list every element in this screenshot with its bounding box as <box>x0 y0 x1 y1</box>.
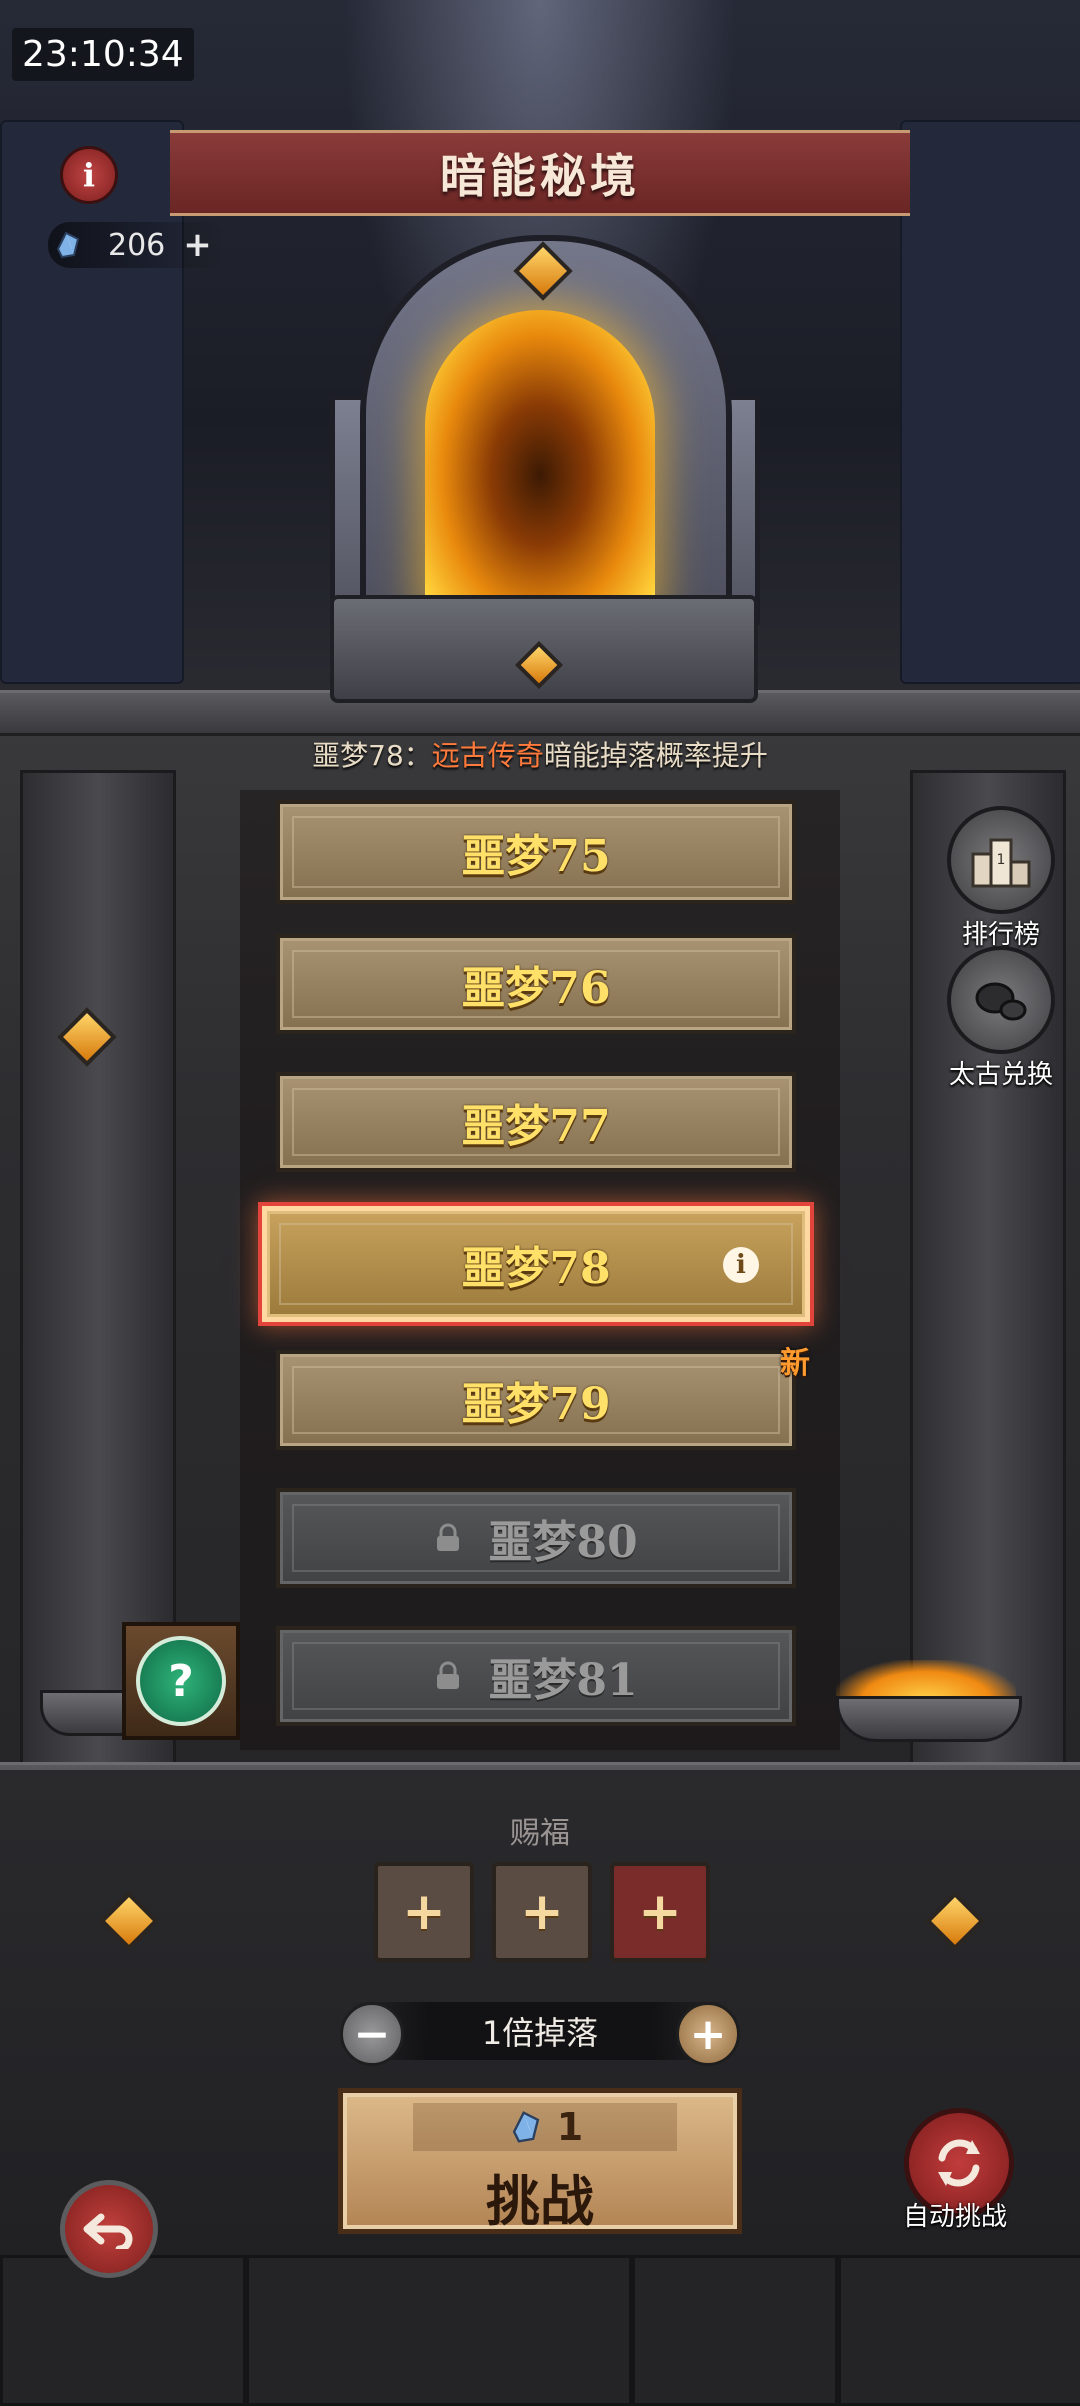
add-blessing-icon: + <box>402 1882 446 1942</box>
blessing-slot-1[interactable]: + <box>374 1862 474 1962</box>
page-title: 暗能秘境 <box>440 149 640 203</box>
floor-tile <box>246 2255 632 2406</box>
stage-label: 噩梦79 <box>461 1379 611 1430</box>
floor-tile <box>838 2255 1080 2406</box>
blue-crystal-icon <box>56 231 80 259</box>
stage-nightmare-79[interactable]: 噩梦79 <box>276 1350 796 1450</box>
back-arrow-icon <box>83 2213 133 2249</box>
floor-tile <box>632 2255 838 2406</box>
stage-nightmare-76[interactable]: 噩梦76 <box>276 934 796 1034</box>
challenge-cost-amount: 1 <box>556 2105 584 2149</box>
help-button[interactable]: ? <box>122 1622 240 1740</box>
currency-display[interactable]: 206 + <box>48 222 228 268</box>
lock-icon <box>437 1523 460 1551</box>
status-clock: 23:10:34 <box>12 28 194 81</box>
stage-nightmare-78-selected[interactable]: 噩梦78 i <box>262 1206 810 1322</box>
stage-nightmare-75[interactable]: 噩梦75 <box>276 800 796 904</box>
ranking-icon: 1 <box>947 806 1055 914</box>
lock-icon <box>437 1661 460 1689</box>
add-currency-icon[interactable]: + <box>183 225 212 265</box>
drop-boost-notice: 噩梦78：远古传奇暗能掉落概率提升 <box>0 734 1080 774</box>
blessing-title: 赐福 <box>510 1816 570 1851</box>
stage-label: 噩梦78 <box>461 1243 611 1294</box>
blessing-slot-2[interactable]: + <box>492 1862 592 1962</box>
stage-label: 噩梦76 <box>461 963 611 1014</box>
boost-suffix: 暗能掉落概率提升 <box>543 739 768 772</box>
challenge-label: 挑战 <box>486 2170 594 2233</box>
exchange-label: 太古兑换 <box>948 1060 1053 1090</box>
stage-nightmare-81-locked[interactable]: 噩梦81 <box>276 1626 796 1726</box>
stage-label: 噩梦77 <box>461 1101 611 1152</box>
title-banner: 暗能秘境 <box>170 130 910 216</box>
back-button[interactable] <box>60 2180 158 2278</box>
drop-multiplier-label: 1倍掉落 <box>481 2014 599 2052</box>
add-blessing-icon: + <box>638 1882 682 1942</box>
challenge-cost: 1 <box>413 2103 677 2151</box>
brazier-right <box>836 1696 1022 1742</box>
stage-label: 噩梦80 <box>488 1517 638 1568</box>
stage-label: 噩梦81 <box>488 1655 638 1706</box>
stage-info-icon[interactable]: i <box>723 1247 759 1283</box>
currency-amount: 206 <box>108 227 166 263</box>
floor-tile <box>0 2255 246 2406</box>
cycle-arrows-icon <box>938 2139 980 2187</box>
wall-bricks-right <box>900 120 1080 684</box>
exchange-button[interactable]: 太古兑换 <box>936 946 1066 1091</box>
challenge-button[interactable]: 1 挑战 <box>338 2088 742 2234</box>
stage-label: 噩梦75 <box>461 831 611 882</box>
blessing-slot-3[interactable]: + <box>610 1862 710 1962</box>
new-badge: 新 <box>780 1346 810 1381</box>
wall-bricks-left <box>0 120 184 684</box>
decrease-multiplier-button[interactable]: − <box>340 2002 404 2066</box>
drop-multiplier: 1倍掉落 <box>350 2002 730 2060</box>
auto-challenge-label: 自动挑战 <box>902 2202 1007 2232</box>
svg-text:1: 1 <box>997 852 1006 868</box>
boost-highlight: 远古传奇 <box>431 739 544 772</box>
brazier-flame <box>836 1660 1016 1700</box>
stage-nightmare-77[interactable]: 噩梦77 <box>276 1072 796 1172</box>
exchange-icon <box>947 946 1055 1054</box>
stage-nightmare-80-locked[interactable]: 噩梦80 <box>276 1488 796 1588</box>
question-icon: ? <box>136 1636 226 1726</box>
boost-prefix: 噩梦78： <box>312 739 432 772</box>
portal-fire <box>425 310 655 610</box>
increase-multiplier-button[interactable]: + <box>676 2002 740 2066</box>
info-button[interactable]: i <box>60 146 118 204</box>
add-blessing-icon: + <box>520 1882 564 1942</box>
ranking-button[interactable]: 1 排行榜 <box>946 806 1056 951</box>
blue-crystal-icon <box>512 2111 540 2143</box>
